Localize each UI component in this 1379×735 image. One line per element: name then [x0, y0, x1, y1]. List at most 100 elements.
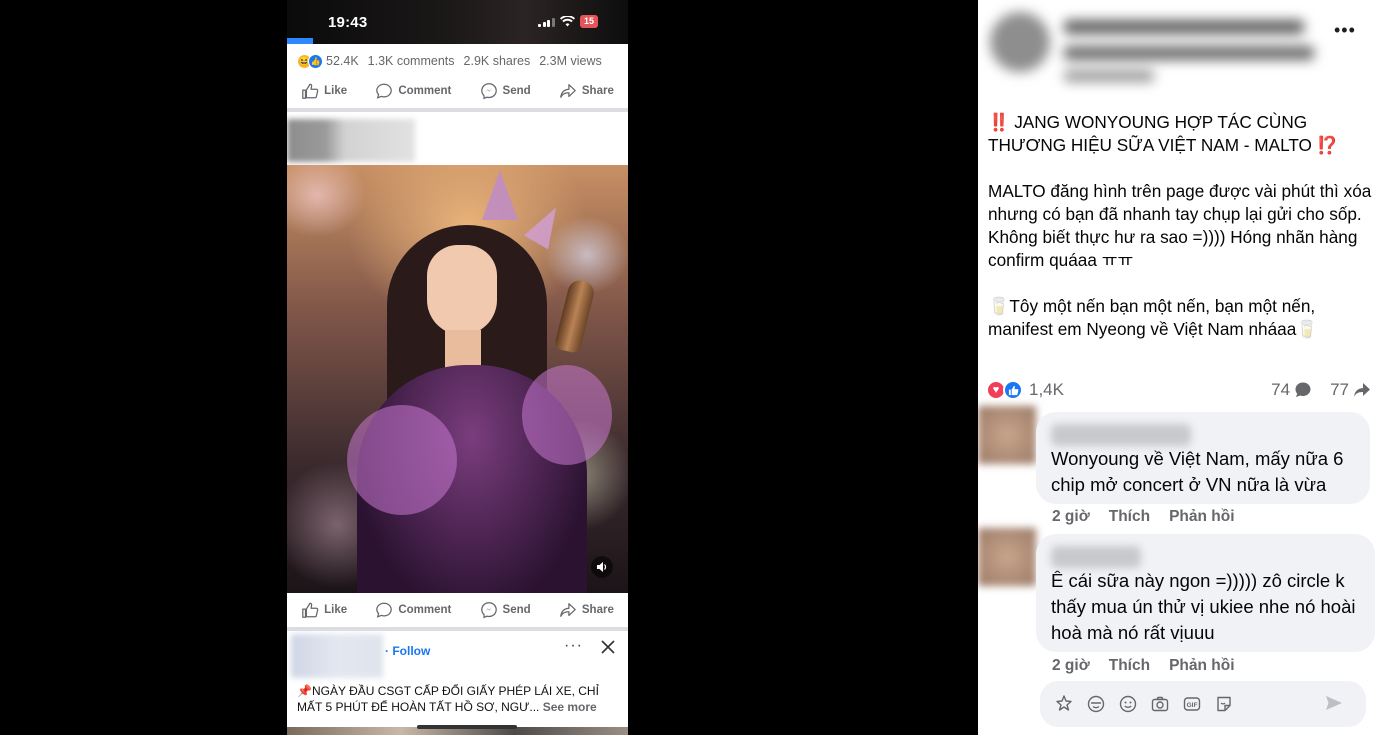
comment-bubble-icon	[376, 602, 393, 618]
comment-reply-link[interactable]: Phản hồi	[1169, 508, 1234, 526]
headline-line-2: THƯƠNG HIỆU SỮA VIỆT NAM - MALTO	[988, 135, 1312, 155]
comment-button[interactable]: Comment	[375, 82, 451, 100]
share-arrow-icon	[560, 84, 576, 98]
blurred-ad-page	[291, 634, 383, 678]
share-button[interactable]: Share	[559, 601, 614, 619]
close-icon[interactable]	[600, 639, 616, 655]
post-photo[interactable]	[287, 165, 628, 593]
phone-feed-screenshot: 19:43 15 😆 👍 52.4K 1.3K comments 2.9K sh…	[287, 0, 628, 735]
share-button[interactable]: Share	[559, 82, 614, 100]
send-button[interactable]: Send	[480, 601, 531, 619]
comment-bubble: Wonyoung về Việt Nam, mấy nữa 6 chip mở …	[1036, 412, 1370, 504]
reaction-icons: ♥	[986, 380, 1023, 400]
commenter-name-blurred[interactable]	[1051, 424, 1191, 446]
blurred-post-author	[287, 119, 415, 162]
blurred-post-header	[986, 8, 1316, 100]
comment-bubble: Ê cái sữa này ngon =))))) zô circle k th…	[1036, 534, 1375, 652]
comment-like-link[interactable]: Thích	[1109, 508, 1150, 526]
share-count[interactable]: 2.9K shares	[464, 54, 531, 68]
comment-meta: 2 giờ Thích Phản hồi	[1052, 657, 1235, 675]
photo-subject-neck	[445, 330, 481, 370]
feed-divider	[287, 108, 628, 112]
like-label: Like	[324, 85, 348, 97]
comment-button[interactable]: Comment	[375, 601, 451, 619]
milk-icon: 🥛	[1296, 319, 1318, 339]
comment-text: Ê cái sữa này ngon =))))) zô circle k th…	[1051, 570, 1356, 643]
post-body: ‼️ JANG WONYOUNG HỢP TÁC CÙNG THƯƠNG HIỆ…	[988, 111, 1373, 341]
view-count: 2.3M views	[539, 54, 602, 68]
home-indicator	[417, 725, 517, 729]
messenger-icon	[480, 83, 497, 100]
engagement-counts: 74 77	[1271, 380, 1371, 400]
send-label: Send	[502, 604, 531, 616]
gif-icon[interactable]: GIF	[1182, 694, 1202, 714]
share-icon	[1354, 383, 1370, 397]
comment-meta: 2 giờ Thích Phản hồi	[1052, 508, 1235, 526]
svg-text:GIF: GIF	[1187, 702, 1198, 709]
send-button[interactable]: Send	[480, 82, 531, 100]
follow-link[interactable]: · Follow	[385, 644, 430, 658]
like-reaction-icon: 👍	[308, 53, 323, 69]
star-decoration	[523, 200, 569, 250]
volume-button[interactable]	[591, 556, 613, 578]
like-reaction-icon	[1003, 380, 1023, 400]
see-more-link[interactable]: See more	[543, 700, 597, 714]
comment-label: Comment	[398, 85, 452, 97]
post-paragraph-2: 🥛Tôy một nến bạn một nến, bạn một nến, m…	[988, 295, 1373, 341]
comment-bubble-icon	[376, 83, 393, 99]
shares-count[interactable]: 77	[1330, 380, 1349, 400]
like-button[interactable]: Like	[301, 82, 347, 100]
send-icon[interactable]	[1324, 693, 1344, 713]
like-button[interactable]: Like	[301, 601, 347, 619]
commenter-avatar[interactable]	[978, 528, 1036, 586]
more-options-icon[interactable]: ···	[564, 637, 583, 655]
commenter-name-blurred[interactable]	[1051, 546, 1141, 568]
comment-label: Comment	[398, 604, 452, 616]
camera-icon[interactable]	[1150, 694, 1170, 714]
share-label: Share	[581, 85, 614, 97]
share-arrow-icon	[560, 603, 576, 617]
comment-time: 2 giờ	[1052, 657, 1090, 674]
action-bar-bottom: Like Comment Send Share	[287, 593, 628, 627]
more-options-icon[interactable]: •••	[1334, 20, 1356, 41]
post-headline: ‼️ JANG WONYOUNG HỢP TÁC CÙNG THƯƠNG HIỆ…	[988, 111, 1373, 157]
battery-indicator: 15	[579, 15, 598, 28]
post-reactions-row[interactable]: ♥ 1,4K 74 77	[986, 378, 1371, 402]
double-exclamation-icon: ‼️	[988, 112, 1010, 132]
reaction-count[interactable]: 52.4K	[326, 54, 359, 68]
post-detail-screenshot: ••• ‼️ JANG WONYOUNG HỢP TÁC CÙNG THƯƠNG…	[978, 0, 1379, 735]
comments-count[interactable]: 74	[1271, 380, 1290, 400]
screenshot-collage: 19:43 15 😆 👍 52.4K 1.3K comments 2.9K sh…	[0, 0, 1379, 735]
comment-time: 2 giờ	[1052, 508, 1090, 525]
messenger-icon	[480, 602, 497, 619]
post-stats-row[interactable]: 😆 👍 52.4K 1.3K comments 2.9K shares 2.3M…	[287, 48, 628, 74]
photo-subject-face	[427, 245, 497, 335]
status-time: 19:43	[328, 14, 368, 31]
feed-divider	[287, 627, 628, 631]
sponsored-post: · Follow ··· 📌NGÀY ĐẦU CSGT CẤP ĐỔI GIẤY…	[287, 632, 628, 735]
thumbs-up-icon	[302, 602, 319, 618]
comment-icon	[1295, 382, 1311, 397]
reaction-count[interactable]: 1,4K	[1029, 380, 1064, 400]
star-decoration	[482, 170, 518, 220]
paragraph-2-text: Tôy một nến bạn một nến, bạn một nến, ma…	[988, 296, 1316, 339]
status-icons: 15	[538, 15, 598, 28]
thumbs-up-icon	[302, 83, 319, 99]
send-label: Send	[502, 85, 531, 97]
sticker-icon[interactable]	[1214, 694, 1234, 714]
avatar-face-icon[interactable]	[1086, 694, 1106, 714]
avatar-sticker-icon[interactable]	[1054, 694, 1074, 714]
commenter-avatar[interactable]	[978, 406, 1036, 464]
comment-like-link[interactable]: Thích	[1109, 657, 1150, 675]
comment-count[interactable]: 1.3K comments	[368, 54, 455, 68]
exclamation-question-icon: ⁉️	[1316, 135, 1339, 155]
share-label: Share	[581, 604, 614, 616]
photo-subject-sleeve	[522, 365, 612, 465]
emoji-icon[interactable]	[1118, 694, 1138, 714]
comment-text: Wonyoung về Việt Nam, mấy nữa 6 chip mở …	[1051, 448, 1344, 495]
speaker-icon	[597, 562, 607, 572]
comment-composer[interactable]: GIF	[1040, 681, 1366, 727]
ad-caption: 📌NGÀY ĐẦU CSGT CẤP ĐỔI GIẤY PHÉP LÁI XE,…	[297, 683, 617, 715]
wifi-icon	[559, 16, 575, 27]
comment-reply-link[interactable]: Phản hồi	[1169, 657, 1234, 675]
